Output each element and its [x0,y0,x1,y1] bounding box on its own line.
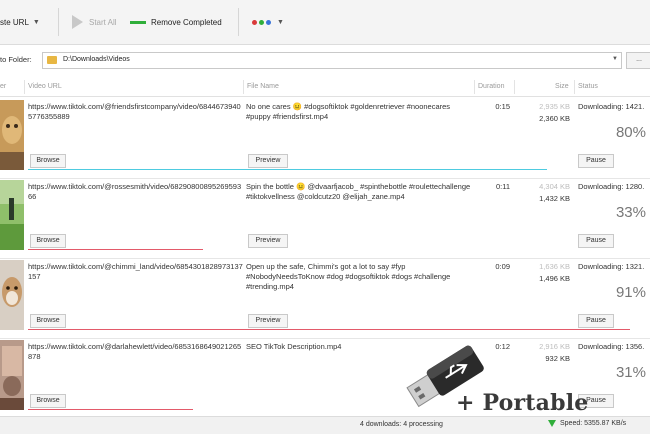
chevron-down-icon[interactable]: ▼ [33,19,40,26]
progress-percent: 80% [615,124,646,141]
column-header-file[interactable]: File Name [247,78,279,96]
download-row[interactable]: https://www.tiktok.com/@chimmi_land/vide… [0,258,650,339]
total-size: 2,916 KB [539,342,570,351]
download-row[interactable]: https://www.tiktok.com/@rossesmith/video… [0,178,650,259]
column-header-duration[interactable]: Duration [478,78,504,96]
red-dot-icon [252,19,257,25]
browse-button[interactable]: Browse [30,394,66,408]
paste-url-button[interactable]: ste URL ▼ [0,0,52,44]
file-name: Spin the bottle 😐 @dvaarfjacob_ #spinthe… [246,182,471,201]
preview-button[interactable]: Preview [248,234,288,248]
browse-button[interactable]: Browse [30,314,66,328]
pause-button[interactable]: Pause [578,314,614,328]
chevron-down-icon[interactable]: ▼ [612,56,618,62]
download-row[interactable]: https://www.tiktok.com/@friendsfirstcomp… [0,98,650,179]
browse-button[interactable]: Browse [30,154,66,168]
folder-path-text: D:\Downloads\Videos [63,56,130,63]
downloaded-size: 932 KB [545,354,570,363]
download-speed: Speed: 5355.87 KB/s [548,420,626,427]
video-url: https://www.tiktok.com/@darlahewlett/vid… [28,342,242,361]
column-divider[interactable] [514,80,515,94]
preview-button[interactable]: Preview [248,154,288,168]
file-name: Open up the safe, Chimmi's got a lot to … [246,262,451,291]
total-size: 2,935 KB [539,102,570,111]
save-folder-label: to Folder: [0,55,32,64]
paste-url-label: ste URL [0,17,29,27]
save-folder-bar: to Folder: D:\Downloads\Videos ▼ ... [0,50,650,70]
total-size: 1,636 KB [539,262,570,271]
blue-dot-icon [266,19,271,25]
green-dot-icon [259,19,264,25]
chevron-down-icon: ▼ [277,18,284,26]
downloaded-size: 2,360 KB [539,114,570,123]
downloaded-size: 1,496 KB [539,274,570,283]
remove-icon [130,20,146,24]
remove-completed-label: Remove Completed [151,17,222,27]
browse-folder-button[interactable]: ... [626,52,650,69]
browse-button[interactable]: Browse [30,234,66,248]
column-header-url[interactable]: Video URL [28,78,62,96]
video-thumbnail [0,260,24,330]
progress-percent: 31% [615,364,646,381]
status-text: Downloading: 1421. [578,102,645,111]
video-url: https://www.tiktok.com/@friendsfirstcomp… [28,102,241,121]
remove-completed-button[interactable]: Remove Completed [130,0,222,44]
status-bar: 4 downloads: 4 processing Speed: 5355.87… [0,416,650,434]
theme-menu-button[interactable]: ▼ [252,0,284,44]
status-text: Downloading: 1321. [578,262,645,271]
download-arrow-icon [548,420,556,427]
column-header-status[interactable]: Status [578,78,598,96]
downloaded-size: 1,432 KB [539,194,570,203]
pause-button[interactable]: Pause [578,154,614,168]
status-text: Downloading: 1280. [578,182,645,191]
video-url: https://www.tiktok.com/@rossesmith/video… [28,182,242,201]
progress-bar [28,249,203,250]
total-size: 4,304 KB [539,182,570,191]
progress-bar [28,329,630,330]
column-header: er Video URL File Name Duration Size Sta… [0,78,650,97]
start-all-button[interactable]: Start All [72,0,117,44]
preview-button[interactable]: Preview [248,314,288,328]
toolbar: ste URL ▼ Start All Remove Completed ▼ [0,0,650,45]
progress-bar [28,169,547,170]
duration: 0:15 [495,102,510,111]
folder-icon [47,56,57,64]
download-speed-text: Speed: 5355.87 KB/s [560,420,627,427]
column-header-size[interactable]: Size [555,78,569,96]
video-thumbnail [0,180,24,250]
folder-path-select[interactable]: D:\Downloads\Videos ▼ [42,52,622,69]
column-divider[interactable] [474,80,475,94]
toolbar-divider [238,8,239,36]
portable-watermark: + Portable [456,390,589,416]
toolbar-divider [58,8,59,36]
duration: 0:11 [495,182,510,191]
start-all-label: Start All [89,17,117,27]
file-name: No one cares 😐 #dogsoftiktok #goldenretr… [246,102,451,121]
column-divider[interactable] [243,80,244,94]
progress-percent: 33% [615,204,646,221]
progress-bar [28,409,193,410]
status-text: Downloading: 1356. [578,342,645,351]
pause-button[interactable]: Pause [578,234,614,248]
video-url: https://www.tiktok.com/@chimmi_land/vide… [28,262,243,281]
column-divider[interactable] [24,80,25,94]
progress-percent: 91% [615,284,646,301]
column-divider[interactable] [574,80,575,94]
play-icon [72,15,83,29]
duration: 0:09 [495,262,510,271]
video-thumbnail [0,100,24,170]
video-thumbnail [0,340,24,410]
column-header-thumbnail[interactable]: er [0,78,6,96]
